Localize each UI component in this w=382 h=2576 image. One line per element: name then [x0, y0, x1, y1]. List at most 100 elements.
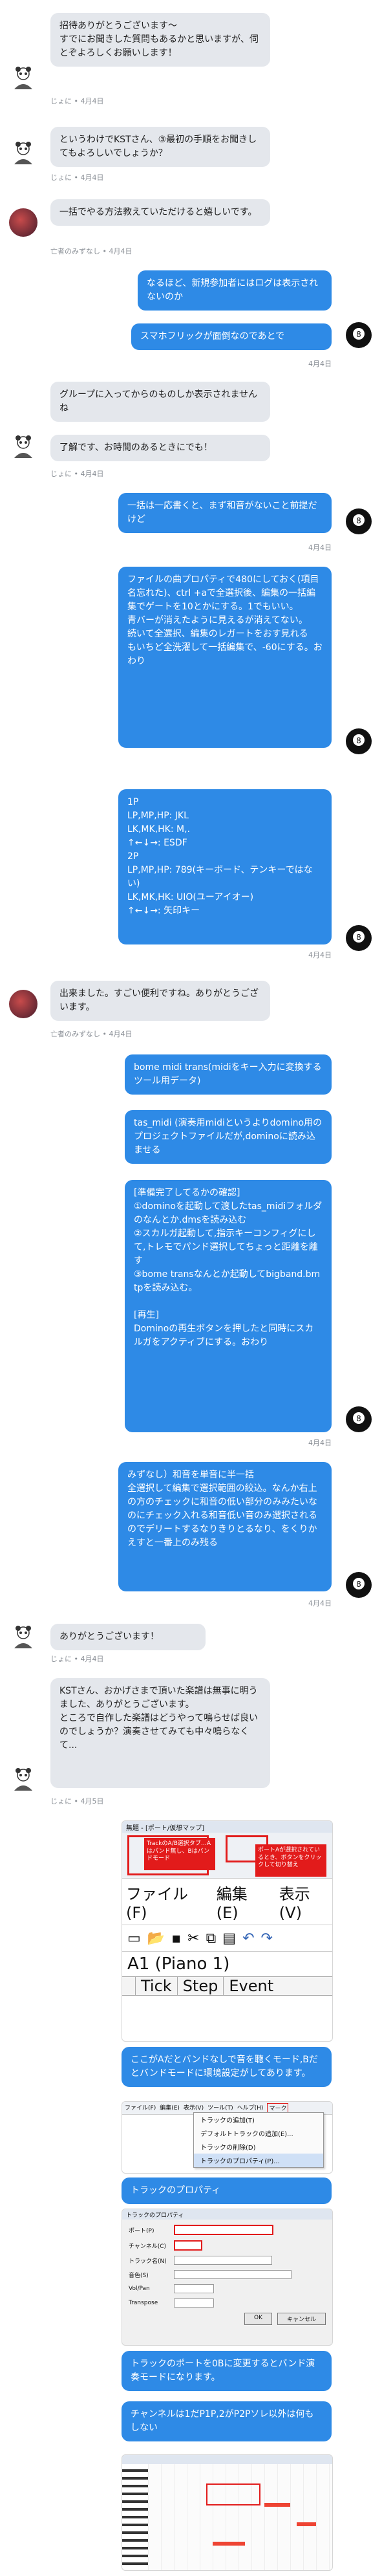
copy-icon[interactable]: ⧉ [206, 1930, 217, 1947]
message-bubble[interactable]: なるほど、新規参加者にはログは表示されないのか [138, 270, 332, 311]
domino-toolbar-area: TrackのA/B選択タブ…Aはバンド無し、Bはバンドモード ポートAが選択され… [122, 1833, 332, 1879]
instrument-field[interactable] [174, 2270, 292, 2279]
message-bubble[interactable]: bome midi trans(midiをキー入力に変換するツール用データ) [125, 1054, 332, 1095]
message-bubble[interactable]: 招待ありがとうございます〜 すでにお聞きした質問もあるかと思いますが、伺とぞよろ… [50, 13, 270, 67]
message-bubble[interactable]: tas_midi (演奏用midiというよりdomino用のプロジェクトファイル… [125, 1110, 332, 1164]
menu-edit[interactable]: 編集(E) [217, 1881, 265, 1922]
context-menu: トラックの追加(T) デフォルトトラックの追加(E)... トラックの削除(D)… [193, 2112, 324, 2168]
avatar-panda-icon [9, 63, 37, 92]
message-bubble[interactable]: 1P LP,MP,HP: JKL LK,MK,HK: M,. ↑←↓→: ESD… [118, 789, 332, 944]
message-bubble[interactable]: 出来ました。すごい便利ですね。ありがとうございます。 [50, 981, 270, 1021]
menu-view[interactable]: 表示(V) [184, 2103, 204, 2113]
message-bubble[interactable]: ここがAだとバンドなしで音を聴くモード,Bだとバンドモードに環境設定がしてありま… [122, 2047, 332, 2087]
screenshot-track-properties[interactable]: トラックのプロパティ ポート(P) チャンネル(C) トラック名(N) 音色(S… [122, 2209, 333, 2346]
message-bubble[interactable]: [準備完了してるかの確認] ①dominoを起動して渡したtas_midiフォル… [125, 1180, 332, 1432]
message-meta: じょに • 4月5日 [50, 1797, 104, 1806]
menu-file[interactable]: ファイル(F) [125, 2103, 156, 2113]
message-bubble[interactable]: 一括でやる方法教えていただけると嬉しいです。 [50, 199, 270, 226]
column-tick[interactable]: Tick [136, 1977, 178, 1995]
open-folder-icon[interactable]: 📂 [147, 1930, 165, 1947]
menu-file[interactable]: ファイル(F) [126, 1881, 202, 1922]
prop-label: Transpose [129, 2300, 158, 2306]
message-bubble[interactable]: トラックのポートを0Bに変更するとバンド演奏モードになります。 [122, 2351, 332, 2391]
undo-icon[interactable]: ↶ [242, 1930, 254, 1947]
track-name: A1 (Piano 1) [127, 1954, 230, 1974]
message-meta: 亡者のみずなし • 4月4日 [50, 1030, 133, 1038]
screenshot-domino-window[interactable]: 無題 - [ポート/仮想マップ] TrackのA/B選択タブ…Aはバンド無し、B… [122, 1820, 333, 2042]
avatar-eightball-icon: 8 [345, 924, 373, 952]
event-list-body [122, 1996, 332, 2035]
svg-text:8: 8 [356, 516, 361, 525]
note-bar [264, 2503, 290, 2507]
menu-view[interactable]: 表示(V) [279, 1881, 328, 1922]
menu-mark[interactable]: マーク [267, 2103, 289, 2113]
ok-button[interactable]: OK [244, 2313, 272, 2325]
paste-icon[interactable]: ▤ [222, 1930, 236, 1947]
piano-roll-titlebar [122, 2455, 332, 2464]
note-bar [297, 2522, 316, 2526]
channel-select[interactable] [174, 2240, 202, 2251]
track-name-field[interactable] [174, 2256, 272, 2265]
redo-icon[interactable]: ↷ [261, 1930, 273, 1947]
cut-icon[interactable]: ✂ [187, 1930, 199, 1947]
new-file-icon[interactable]: ▭ [127, 1930, 141, 1947]
message-meta: じょに • 4月4日 [50, 470, 104, 478]
annotation-note: ポートAが選択されているとき、ボタンをクリックして切り替え [255, 1844, 326, 1877]
prop-row: トラック名(N) [129, 2256, 326, 2265]
message-meta: じょに • 4月4日 [50, 173, 104, 182]
prop-label: 音色(S) [129, 2272, 149, 2279]
message-bubble[interactable]: 了解です、お時間のあるときにでも！ [50, 435, 270, 461]
port-select[interactable] [174, 2225, 273, 2235]
message-bubble[interactable]: 一括は一応書くと、まず和音がないこと前提だけど [118, 493, 332, 533]
message-bubble[interactable]: というわけでKSTさん、③最初の手順をお聞きしてもよろしいでしょうか？ [50, 127, 270, 167]
avatar-panda-icon [9, 1622, 37, 1651]
svg-text:8: 8 [356, 330, 361, 339]
menu-item-track-properties[interactable]: トラックのプロパティ(P)... [194, 2154, 323, 2167]
message-meta: 4月4日 [308, 543, 332, 552]
domino-menubar: ファイル(F) 編集(E) 表示(V) [122, 1879, 332, 1925]
message-bubble[interactable]: スマホフリックが面倒なのであとで [131, 323, 332, 350]
message-meta: 4月4日 [308, 360, 332, 368]
volume-field[interactable] [174, 2284, 214, 2293]
menu-edit[interactable]: 編集(E) [160, 2103, 180, 2113]
prop-label: ポート(P) [129, 2227, 154, 2234]
message-bubble[interactable]: チャンネルは1だP1P,2がP2Pソレ以外は何もしない [122, 2401, 332, 2441]
screenshot-piano-roll[interactable] [122, 2454, 333, 2571]
avatar-mizunashi-icon [9, 990, 37, 1018]
message-bubble[interactable]: KSTさん、おかげさまで頂いた楽譜は無事に明うました、ありがとうございます。 と… [50, 1678, 270, 1788]
transpose-field[interactable] [174, 2298, 214, 2308]
menu-tools[interactable]: ツール(T) [207, 2103, 233, 2113]
screenshot-track-menu[interactable]: ファイル(F) 編集(E) 表示(V) ツール(T) ヘルプ(H) マーク トラ… [122, 2101, 333, 2174]
dialog-body: ポート(P) チャンネル(C) トラック名(N) 音色(S) Vol/Pan T… [122, 2220, 332, 2330]
message-bubble[interactable]: グループに入ってからのものしか表示されませんね [50, 382, 270, 422]
menu-item-add-default-track[interactable]: デフォルトトラックの追加(E)... [194, 2126, 323, 2140]
column-event[interactable]: Event [224, 1977, 279, 1995]
column-step[interactable]: Step [178, 1977, 224, 1995]
message-bubble[interactable]: ファイルの曲プロパティで480にしておく(項目名忘れた)、ctrl +aで全選択… [118, 567, 332, 748]
message-meta: 4月4日 [308, 1599, 332, 1608]
prop-label: トラック名(N) [129, 2258, 167, 2265]
cancel-button[interactable]: キャンセル [277, 2313, 326, 2325]
menu-item-add-track[interactable]: トラックの追加(T) [194, 2113, 323, 2126]
prop-row: Transpose [129, 2298, 326, 2308]
event-list-header: Tick Step Event [122, 1976, 332, 1996]
message-bubble[interactable]: ありがとうございます！ [50, 1624, 206, 1650]
menu-help[interactable]: ヘルプ(H) [237, 2103, 264, 2113]
menu-item-delete-track[interactable]: トラックの削除(D) [194, 2140, 323, 2154]
avatar-eightball-icon: 8 [345, 507, 373, 536]
message-meta: じょに • 4月4日 [50, 1655, 104, 1663]
prop-label: チャンネル(C) [129, 2243, 167, 2250]
save-icon[interactable]: ▪ [171, 1930, 181, 1947]
prop-label: Vol/Pan [129, 2286, 150, 2292]
message-bubble[interactable]: トラックのプロパティ [122, 2178, 332, 2204]
message-bubble[interactable]: みずなし）和音を単音に半一括 全選択して編集で選択範囲の絞込。なんか右上の方のチ… [118, 1462, 332, 1591]
domino-titlebar: 無題 - [ポート/仮想マップ] [122, 1821, 332, 1833]
avatar-mizunashi-icon [9, 208, 37, 237]
avatar-panda-icon [9, 1765, 37, 1793]
message-meta: じょに • 4月4日 [50, 97, 104, 105]
svg-text:8: 8 [356, 736, 361, 745]
domino-toolbar: ▭ 📂 ▪ ✂ ⧉ ▤ ↶ ↷ [122, 1925, 332, 1952]
dialog-title: トラックのプロパティ [122, 2209, 332, 2220]
avatar-panda-icon [9, 138, 37, 167]
note-bar [213, 2542, 245, 2546]
